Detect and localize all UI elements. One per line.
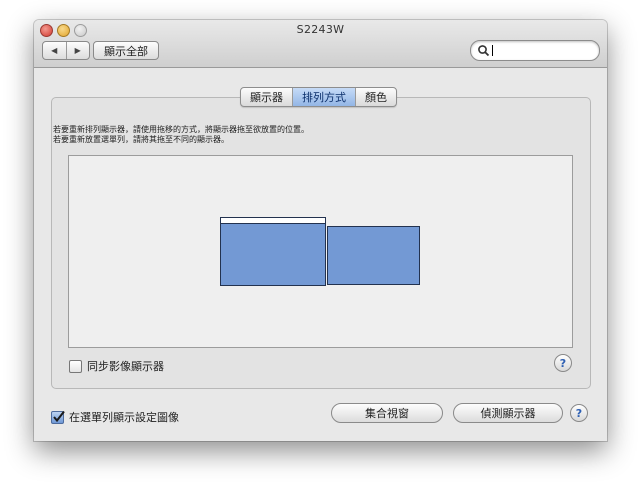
- help-icon: ?: [575, 406, 583, 420]
- instruction-line-1: 若要重新排列顯示器，請使用拖移的方式，將顯示器拖至欲放置的位置。: [53, 125, 309, 134]
- pane-content: 顯示器 排列方式 顏色 若要重新排列顯示器，請使用拖移的方式，將顯示器拖至欲放置…: [34, 68, 607, 441]
- back-arrow-icon: ◀: [51, 46, 58, 55]
- show-in-menubar-label: 在選單列顯示設定圖像: [69, 411, 179, 424]
- instruction-line-2: 若要重新放置選單列，請將其拖至不同的顯示器。: [53, 135, 229, 144]
- tab-display[interactable]: 顯示器: [241, 88, 292, 106]
- show-in-menubar-option[interactable]: 在選單列顯示設定圖像: [51, 409, 179, 425]
- detect-displays-button[interactable]: 偵測顯示器: [453, 403, 563, 423]
- search-field[interactable]: [470, 40, 600, 61]
- forward-arrow-icon: ▶: [74, 46, 81, 55]
- text-cursor: [492, 45, 493, 56]
- show-in-menubar-checkbox[interactable]: [51, 410, 65, 424]
- window-title: S2243W: [296, 23, 345, 36]
- mirror-displays-checkbox[interactable]: [69, 359, 82, 373]
- back-forward-control: ◀ ▶: [42, 41, 90, 60]
- tab-arrangement[interactable]: 排列方式: [292, 88, 355, 106]
- mirror-displays-option[interactable]: 同步影像顯示器: [69, 358, 164, 374]
- primary-display[interactable]: [220, 223, 326, 286]
- tab-color[interactable]: 顏色: [355, 88, 396, 106]
- instructions: 若要重新排列顯示器，請使用拖移的方式，將顯示器拖至欲放置的位置。 若要重新放置選…: [53, 125, 309, 145]
- secondary-display[interactable]: [327, 226, 420, 285]
- title-bar: S2243W ◀ ▶ 顯示全部: [34, 20, 607, 68]
- search-icon: [478, 45, 490, 57]
- display-arrangement-area: [68, 155, 573, 348]
- forward-button[interactable]: ▶: [65, 42, 90, 59]
- mirror-displays-label: 同步影像顯示器: [87, 360, 164, 373]
- preferences-window: S2243W ◀ ▶ 顯示全部 顯示器 排列方式 顏色 若要重新排列顯示器，請使…: [34, 20, 607, 441]
- back-button[interactable]: ◀: [43, 42, 66, 59]
- tab-bar: 顯示器 排列方式 顏色: [240, 87, 397, 107]
- help-icon: ?: [559, 356, 567, 370]
- help-button[interactable]: ?: [554, 354, 572, 372]
- gather-windows-button[interactable]: 集合視窗: [331, 403, 443, 423]
- show-all-button[interactable]: 顯示全部: [93, 41, 159, 60]
- checkmark-icon: [53, 410, 65, 422]
- help-button-bottom[interactable]: ?: [570, 404, 588, 422]
